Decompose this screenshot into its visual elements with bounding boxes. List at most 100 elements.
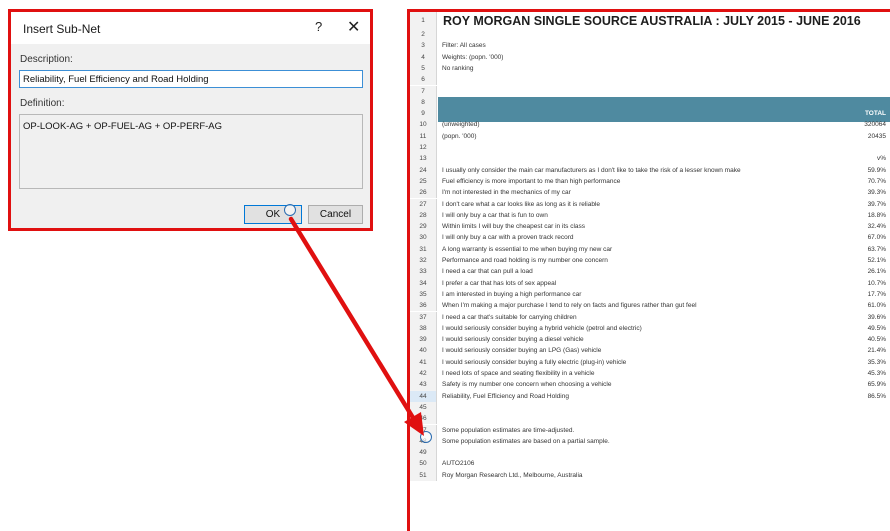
sheet-row[interactable]: 40 I would seriously consider buying an L… <box>410 345 890 357</box>
row-number[interactable]: 41 <box>410 356 437 368</box>
row-number[interactable]: 38 <box>410 322 437 335</box>
row-number[interactable]: 26 <box>410 187 437 199</box>
sheet-row[interactable]: 37 I need a car that's suitable for carry… <box>410 311 890 323</box>
sheet-row[interactable]: 12 <box>410 142 890 154</box>
cell-total[interactable]: 32.4% <box>868 221 886 232</box>
sheet-row[interactable]: 47 Some population estimates are time-adj… <box>410 424 890 436</box>
sheet-row[interactable]: 29 Within limits I will buy the cheapest … <box>410 221 890 233</box>
cell-total[interactable]: 20435 <box>868 131 886 142</box>
cell-label[interactable]: Performance and road holding is my numbe… <box>442 255 608 266</box>
cell-total[interactable]: 17.7% <box>868 289 886 300</box>
sheet-row[interactable]: 8 <box>410 96 890 109</box>
cell-label[interactable]: A long warranty is essential to me when … <box>442 244 612 255</box>
close-icon[interactable]: ✕ <box>347 17 360 37</box>
sheet-row[interactable]: 26 I'm not interested in the mechanics of… <box>410 187 890 199</box>
row-number[interactable]: 40 <box>410 345 437 357</box>
row-number[interactable]: 29 <box>410 221 437 233</box>
row-number[interactable]: 43 <box>410 379 437 391</box>
cell-total[interactable]: 70.7% <box>868 176 886 187</box>
sheet-row[interactable]: 32 Performance and road holding is my num… <box>410 255 890 267</box>
sheet-row[interactable]: 7 <box>410 85 890 97</box>
sheet-row[interactable]: 48Some population estimates are based on… <box>410 435 890 448</box>
cell-total[interactable]: 21.4% <box>868 345 886 356</box>
cell-total[interactable]: 18.8% <box>868 210 886 221</box>
sheet-row[interactable]: 10 (unweighted) 320064 <box>410 119 890 131</box>
row-number[interactable]: 4 <box>410 51 437 63</box>
row-number[interactable]: 7 <box>410 85 437 97</box>
sheet-row[interactable]: 5 No ranking <box>410 62 890 75</box>
cell-total[interactable]: 61.0% <box>868 300 886 311</box>
cell-total[interactable]: 52.1% <box>868 255 886 266</box>
cell-label[interactable]: I usually only consider the main car man… <box>442 165 741 176</box>
row-number[interactable]: 3 <box>410 40 437 52</box>
cell-total[interactable]: 320064 <box>864 119 886 130</box>
cancel-button[interactable]: Cancel <box>308 205 363 224</box>
cell-label[interactable]: I'm not interested in the mechanics of m… <box>442 187 571 198</box>
cell-label[interactable]: I would seriously consider buying a full… <box>442 357 626 368</box>
cell-label[interactable]: (popn. '000) <box>442 131 477 142</box>
cell-total[interactable]: 45.3% <box>868 368 886 379</box>
row-number[interactable]: 10 <box>410 119 437 131</box>
cell-total[interactable]: 39.3% <box>868 187 886 198</box>
cell-label[interactable]: Some population estimates are based on a… <box>442 436 610 447</box>
row-number[interactable]: 49 <box>410 447 437 459</box>
cell-total[interactable]: 40.5% <box>868 334 886 345</box>
sheet-row[interactable]: 3 Filter: All cases <box>410 40 890 52</box>
row-number[interactable]: 51 <box>410 469 437 481</box>
cell-label[interactable]: I would seriously consider buying an LPG… <box>442 345 601 356</box>
row-number[interactable]: 5 <box>410 62 437 75</box>
cell-label[interactable]: I would seriously consider buying a hybr… <box>442 323 642 334</box>
cell-label[interactable]: Some population estimates are time-adjus… <box>442 425 574 436</box>
cell-label[interactable]: Fuel efficiency is more important to me … <box>442 176 620 187</box>
dialog-titlebar[interactable]: Insert Sub-Net ? ✕ <box>11 12 370 44</box>
row-number[interactable]: 9 <box>410 108 437 120</box>
cell-label[interactable]: Reliability, Fuel Efficiency and Road Ho… <box>442 391 569 402</box>
row-number[interactable]: 8 <box>410 96 437 109</box>
sheet-row[interactable]: 9 <box>410 108 890 120</box>
definition-field[interactable]: OP-LOOK-AG + OP-FUEL-AG + OP-PERF-AG <box>19 114 363 189</box>
description-input[interactable]: Reliability, Fuel Efficiency and Road Ho… <box>19 70 363 88</box>
sheet-row[interactable]: 43 Safety is my number one concern when c… <box>410 379 890 391</box>
sheet-row[interactable]: 44 Reliability, Fuel Efficiency and Road … <box>410 390 890 402</box>
sheet-row[interactable]: 2 <box>410 29 890 41</box>
cell-total[interactable]: 39.6% <box>868 312 886 323</box>
sheet-row[interactable]: 27 I don't care what a car looks like as … <box>410 198 890 210</box>
sheet-row[interactable]: 6 <box>410 74 890 86</box>
row-number[interactable]: 27 <box>410 198 437 210</box>
sheet-row[interactable]: 39 I would seriously consider buying a di… <box>410 334 890 346</box>
cell-label[interactable]: Within limits I will buy the cheapest ca… <box>442 221 585 232</box>
sheet-row[interactable]: 24 I usually only consider the main car m… <box>410 164 890 176</box>
row-number[interactable]: 34 <box>410 277 437 289</box>
sheet-row[interactable]: 38 I would seriously consider buying a hy… <box>410 322 890 335</box>
row-number[interactable]: 12 <box>410 142 437 154</box>
row-number[interactable]: 37 <box>410 311 437 323</box>
cell-label[interactable]: I don't care what a car looks like as lo… <box>442 199 600 210</box>
cell-label[interactable]: AUTO2106 <box>442 458 474 469</box>
sheet-row[interactable]: 31 A long warranty is essential to me whe… <box>410 243 890 255</box>
cell-label[interactable]: (unweighted) <box>442 119 480 130</box>
cell-total[interactable]: 65.9% <box>868 379 886 390</box>
cell-label[interactable]: Roy Morgan Research Ltd., Melbourne, Aus… <box>442 470 583 481</box>
sheet-row[interactable]: 4 Weights: (popn. '000) <box>410 51 890 63</box>
cell-label[interactable]: I will only buy a car with a proven trac… <box>442 232 574 243</box>
row-number[interactable]: 28 <box>410 209 437 222</box>
cell-label[interactable]: I need a car that's suitable for carryin… <box>442 312 577 323</box>
row-number[interactable]: 1 <box>410 12 437 29</box>
row-number[interactable]: 30 <box>410 232 437 244</box>
cell-total[interactable]: 39.7% <box>868 199 886 210</box>
cell-label[interactable]: I will only buy a car that is fun to own <box>442 210 548 221</box>
sheet-row[interactable]: 51 Roy Morgan Research Ltd., Melbourne, A… <box>410 469 890 481</box>
row-number[interactable]: 2 <box>410 29 437 41</box>
cell-total[interactable]: 59.9% <box>868 165 886 176</box>
row-number[interactable]: 25 <box>410 175 437 188</box>
cell-label[interactable]: I need lots of space and seating flexibi… <box>442 368 594 379</box>
row-number[interactable]: 6 <box>410 74 437 86</box>
cell-label[interactable]: I need a car that can pull a load <box>442 266 533 277</box>
sheet-row[interactable]: 42 I need lots of space and seating flexi… <box>410 368 890 380</box>
sheet-row[interactable]: 35 I am interested in buying a high perfo… <box>410 288 890 301</box>
sheet-row[interactable]: 28 I will only buy a car that is fun to o… <box>410 209 890 222</box>
cell-total[interactable]: 63.7% <box>868 244 886 255</box>
row-number[interactable]: 32 <box>410 255 437 267</box>
sheet-row[interactable]: 36 When I'm making a major purchase I ten… <box>410 300 890 312</box>
cell-label[interactable]: Filter: All cases <box>442 40 486 51</box>
